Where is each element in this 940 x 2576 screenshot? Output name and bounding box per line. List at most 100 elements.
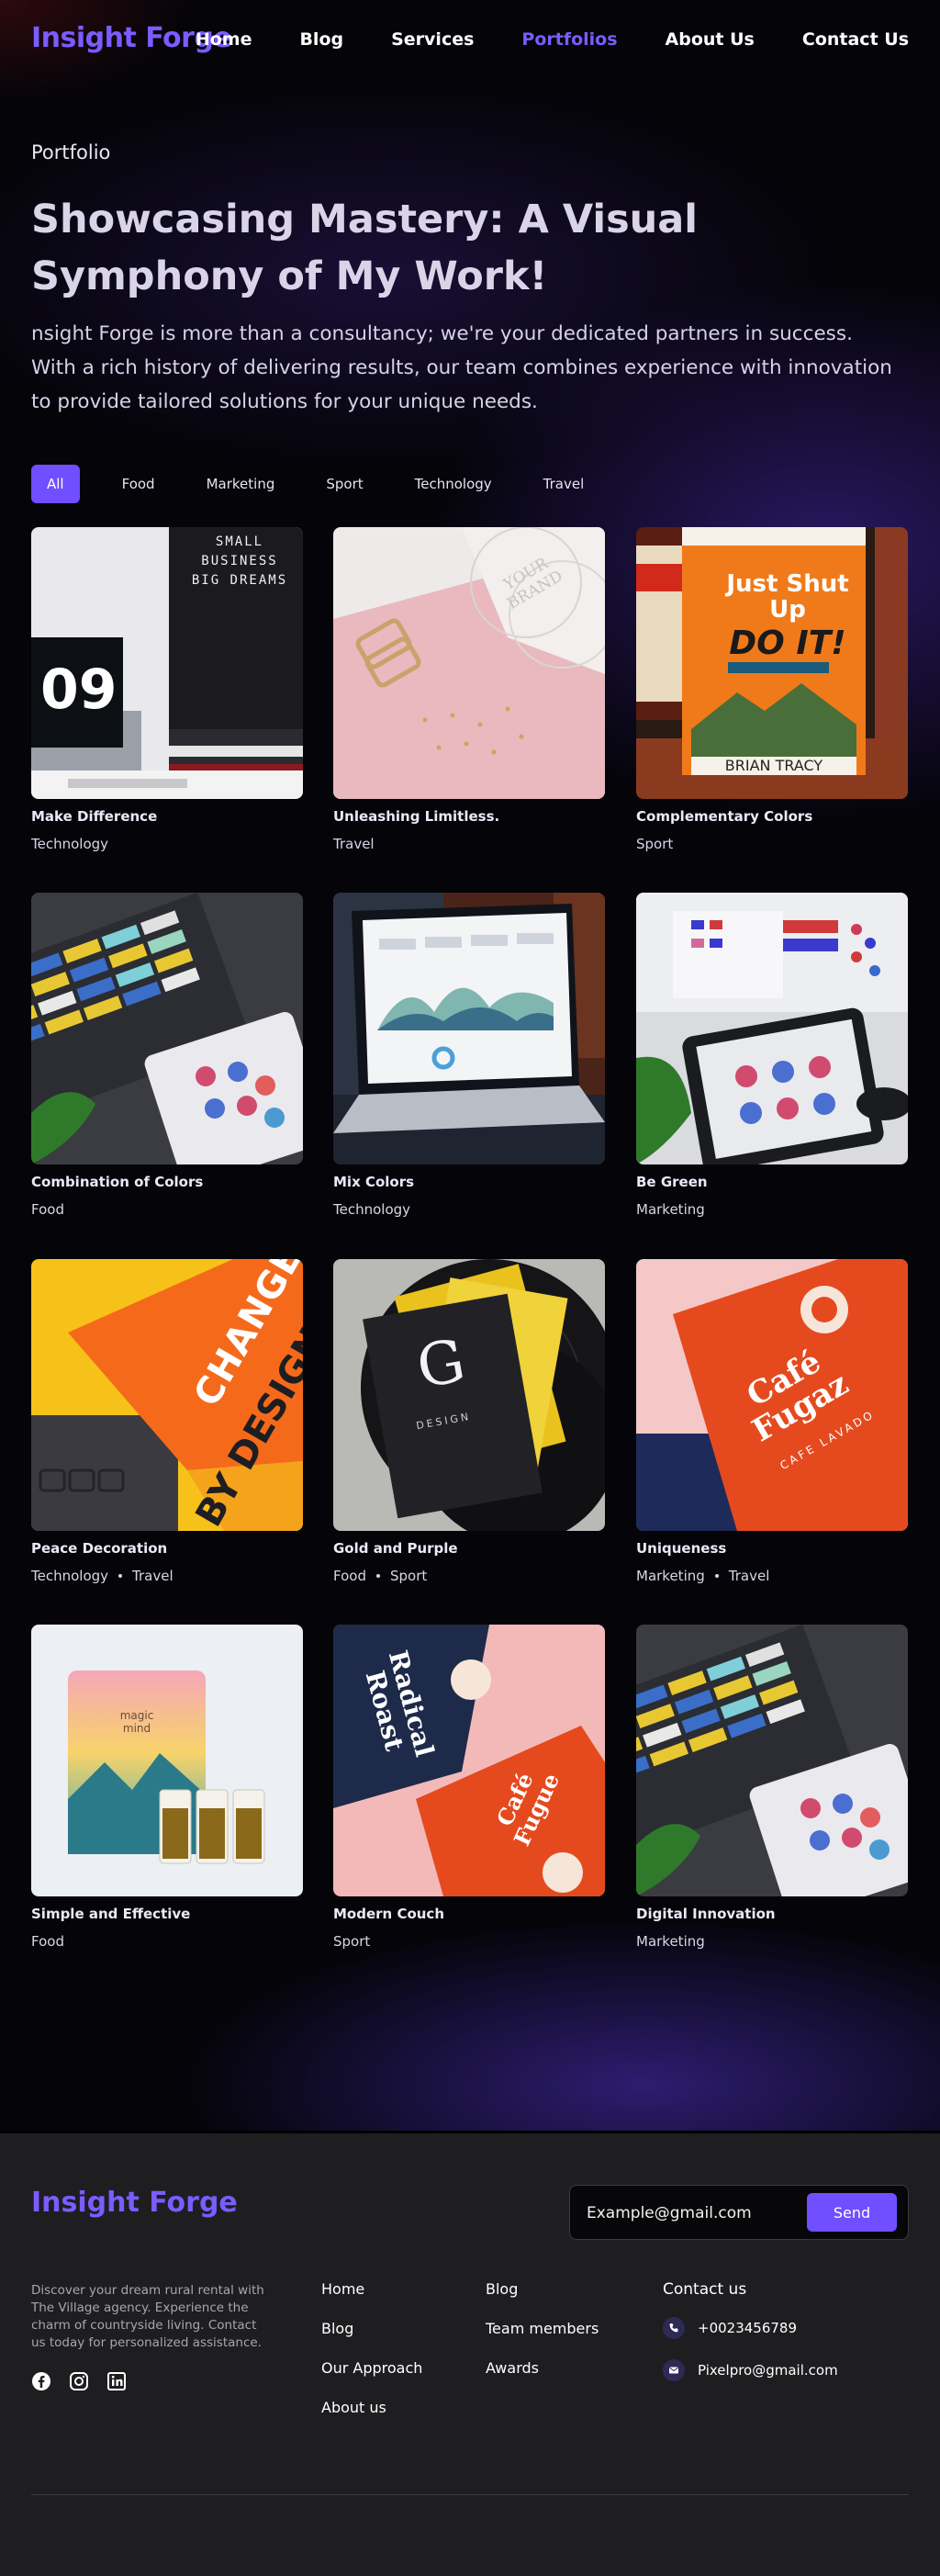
contact-email[interactable]: Pixelpro@gmail.com bbox=[663, 2359, 838, 2381]
send-button[interactable]: Send bbox=[807, 2193, 897, 2232]
phone-icon bbox=[663, 2317, 685, 2339]
card-tag[interactable]: Travel bbox=[132, 1568, 173, 1584]
card-tags: Food Sport bbox=[333, 1568, 605, 1584]
footer-link-awards[interactable]: Awards bbox=[486, 2359, 599, 2379]
page-description: nsight Forge is more than a consultancy;… bbox=[31, 322, 892, 413]
card-tag[interactable]: Sport bbox=[390, 1568, 427, 1584]
portfolio-card[interactable]: magic mind Simple and Effective Food bbox=[31, 1625, 303, 1950]
card-title[interactable]: Unleashing Limitless. bbox=[333, 808, 605, 825]
footer-link-home[interactable]: Home bbox=[321, 2280, 422, 2300]
portfolio-card[interactable]: G DESIGN Gold and Purple Food Sport bbox=[333, 1259, 605, 1584]
card-tag[interactable]: Technology bbox=[31, 1568, 108, 1584]
card-tag[interactable]: Food bbox=[31, 1201, 64, 1218]
card-title[interactable]: Mix Colors bbox=[333, 1174, 605, 1190]
card-title[interactable]: Complementary Colors bbox=[636, 808, 908, 825]
card-tag[interactable]: Sport bbox=[636, 836, 673, 852]
card-tag[interactable]: Travel bbox=[333, 836, 375, 852]
card-tag[interactable]: Travel bbox=[729, 1568, 770, 1584]
thumb-text: DO IT! bbox=[729, 624, 846, 662]
contact-email-text: Pixelpro@gmail.com bbox=[698, 2362, 838, 2379]
filter-all[interactable]: All bbox=[31, 465, 80, 503]
card-tag[interactable]: Marketing bbox=[636, 1201, 705, 1218]
nav-item-about-us[interactable]: About Us bbox=[666, 29, 755, 50]
portfolio-card[interactable]: Combination of Colors Food bbox=[31, 893, 303, 1218]
portfolio-card[interactable]: Be Green Marketing bbox=[636, 893, 908, 1218]
card-title[interactable]: Combination of Colors bbox=[31, 1174, 303, 1190]
filter-marketing[interactable]: Marketing bbox=[194, 465, 288, 503]
card-tags: Technology bbox=[31, 836, 303, 852]
card-title[interactable]: Make Difference bbox=[31, 808, 303, 825]
card-tag[interactable]: Technology bbox=[31, 836, 108, 852]
thumb-text: 09 bbox=[40, 658, 118, 722]
footer-logo[interactable]: Insight Forge bbox=[31, 2187, 238, 2219]
card-title[interactable]: Gold and Purple bbox=[333, 1540, 605, 1557]
instagram-icon[interactable] bbox=[69, 2371, 89, 2391]
card-tags: Marketing bbox=[636, 1201, 908, 1218]
portfolio-card[interactable]: YOUR BRAND Unleashing Limitless. Travel bbox=[333, 527, 605, 852]
contact-phone[interactable]: +0023456789 bbox=[663, 2317, 797, 2339]
portfolio-image-change-by-design[interactable]: CHANGE BY DESIGN bbox=[31, 1259, 303, 1531]
portfolio-image-desk-letterboard[interactable]: SMALL BUSINESS BIG DREAMS 09 bbox=[31, 527, 303, 799]
email-input[interactable] bbox=[587, 2199, 798, 2228]
card-tags: Technology bbox=[333, 1201, 605, 1218]
portfolio-filters: All Food Marketing Sport Technology Trav… bbox=[31, 465, 622, 503]
card-title[interactable]: Be Green bbox=[636, 1174, 908, 1190]
card-title[interactable]: Digital Innovation bbox=[636, 1906, 908, 1922]
filter-travel[interactable]: Travel bbox=[531, 465, 598, 503]
portfolio-image-magic-mind[interactable]: magic mind bbox=[31, 1625, 303, 1896]
nav-item-services[interactable]: Services bbox=[391, 29, 474, 50]
card-title[interactable]: Peace Decoration bbox=[31, 1540, 303, 1557]
nav-item-blog[interactable]: Blog bbox=[299, 29, 343, 50]
card-title[interactable]: Uniqueness bbox=[636, 1540, 908, 1557]
thumb-text: Just Shut Up bbox=[726, 570, 849, 624]
portfolio-image-color-swatches[interactable] bbox=[31, 893, 303, 1164]
card-tag[interactable]: Technology bbox=[333, 1201, 410, 1218]
portfolio-image-laptop-dashboard[interactable] bbox=[333, 893, 605, 1164]
card-tags: Travel bbox=[333, 836, 605, 852]
facebook-icon[interactable] bbox=[31, 2371, 51, 2391]
card-title[interactable]: Simple and Effective bbox=[31, 1906, 303, 1922]
portfolio-image-color-swatches-2[interactable] bbox=[636, 1625, 908, 1896]
portfolio-card[interactable]: SMALL BUSINESS BIG DREAMS 09 Make Differ… bbox=[31, 527, 303, 852]
card-tag[interactable]: Food bbox=[333, 1568, 366, 1584]
portfolio-card[interactable]: Mix Colors Technology bbox=[333, 893, 605, 1218]
portfolio-image-tablet-palette[interactable] bbox=[636, 893, 908, 1164]
site-footer: Insight Forge Send Discover your dream r… bbox=[0, 2133, 940, 2576]
portfolio-card[interactable]: Just Shut Up DO IT! BRIAN TRACY Compleme… bbox=[636, 527, 908, 852]
card-tag[interactable]: Marketing bbox=[636, 1568, 705, 1584]
social-links bbox=[31, 2371, 127, 2391]
linkedin-icon[interactable] bbox=[106, 2371, 127, 2391]
footer-links-col-2: Blog Team members Awards bbox=[486, 2280, 599, 2399]
footer-link-blog-2[interactable]: Blog bbox=[486, 2280, 599, 2300]
portfolio-image-book-cover[interactable]: Just Shut Up DO IT! BRIAN TRACY bbox=[636, 527, 908, 799]
filter-technology[interactable]: Technology bbox=[402, 465, 505, 503]
portfolio-image-brand-stationery[interactable]: YOUR BRAND bbox=[333, 527, 605, 799]
card-tags: Marketing bbox=[636, 1933, 908, 1950]
tag-separator bbox=[375, 1574, 380, 1578]
nav-item-home[interactable]: Home bbox=[196, 29, 252, 50]
site-header: Insight Forge Home Blog Services Portfol… bbox=[0, 0, 940, 83]
card-tag[interactable]: Sport bbox=[333, 1933, 370, 1950]
contact-phone-text: +0023456789 bbox=[698, 2320, 798, 2336]
portfolio-image-vinyl-record[interactable]: G DESIGN bbox=[333, 1259, 605, 1531]
portfolio-card[interactable]: Café Fugaz CAFE LAVADO Uniqueness Market… bbox=[636, 1259, 908, 1584]
main-nav: Home Blog Services Portfolios About Us C… bbox=[148, 29, 909, 50]
portfolio-image-coffee-package[interactable]: Café Fugaz CAFE LAVADO bbox=[636, 1259, 908, 1531]
portfolio-card[interactable]: Radical Roast Café Fugue Modern Couch Sp… bbox=[333, 1625, 605, 1950]
footer-links-col-1: Home Blog Our Approach About us bbox=[321, 2280, 422, 2438]
portfolio-card[interactable]: CHANGE BY DESIGN Peace Decoration Techno… bbox=[31, 1259, 303, 1584]
card-tags: Sport bbox=[636, 836, 908, 852]
footer-link-blog[interactable]: Blog bbox=[321, 2320, 422, 2339]
filter-food[interactable]: Food bbox=[109, 465, 168, 503]
card-tag[interactable]: Marketing bbox=[636, 1933, 705, 1950]
footer-link-our-approach[interactable]: Our Approach bbox=[321, 2359, 422, 2379]
filter-sport[interactable]: Sport bbox=[313, 465, 375, 503]
portfolio-image-radical-roast[interactable]: Radical Roast Café Fugue bbox=[333, 1625, 605, 1896]
footer-link-team-members[interactable]: Team members bbox=[486, 2320, 599, 2339]
nav-item-contact-us[interactable]: Contact Us bbox=[802, 29, 909, 50]
card-title[interactable]: Modern Couch bbox=[333, 1906, 605, 1922]
footer-link-about-us[interactable]: About us bbox=[321, 2399, 422, 2418]
portfolio-card[interactable]: Digital Innovation Marketing bbox=[636, 1625, 908, 1950]
card-tag[interactable]: Food bbox=[31, 1933, 64, 1950]
nav-item-portfolios[interactable]: Portfolios bbox=[521, 29, 617, 50]
